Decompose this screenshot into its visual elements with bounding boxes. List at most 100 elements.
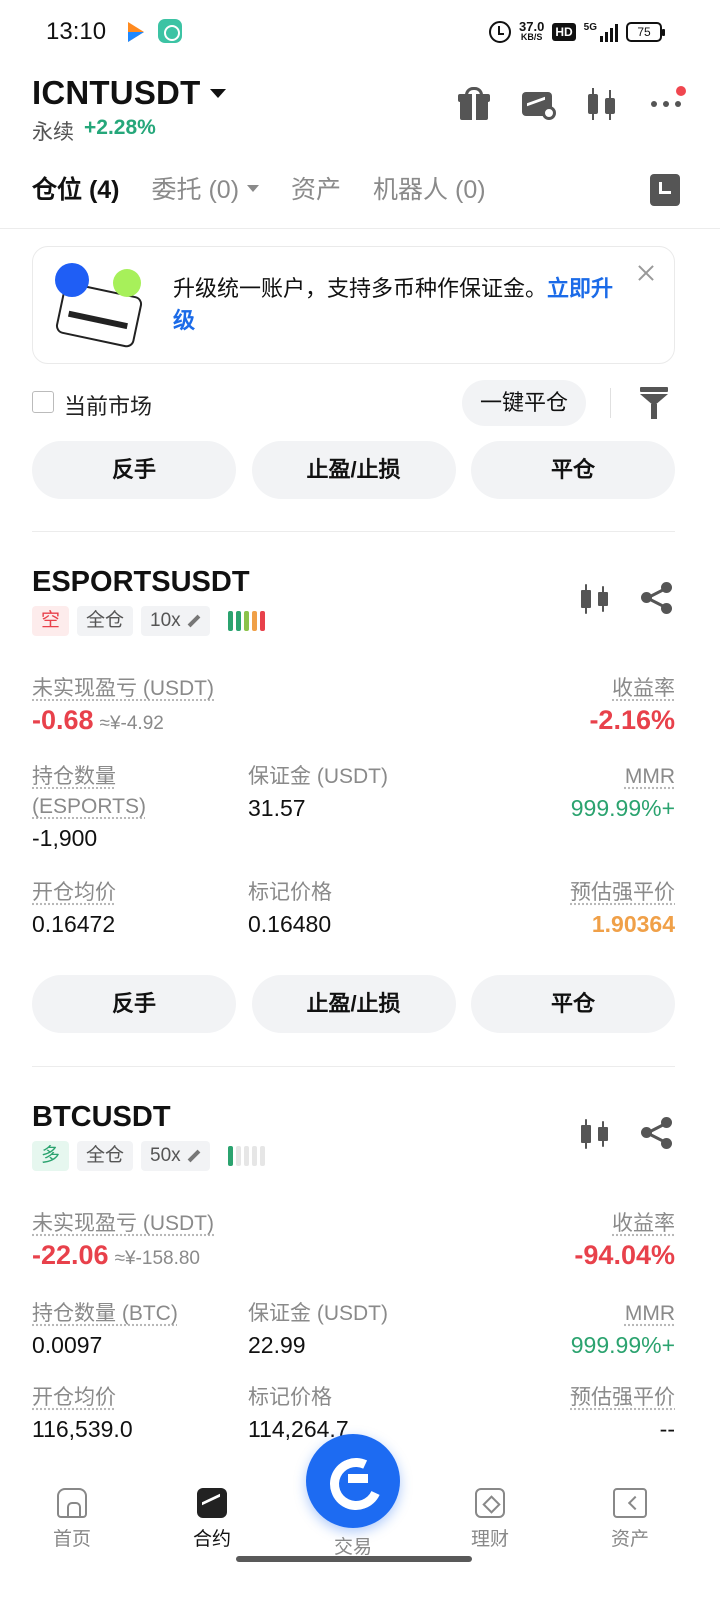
candlestick-icon[interactable] — [579, 1117, 611, 1149]
mmr-value: 999.99%+ — [570, 795, 675, 821]
size-label[interactable]: 持仓数量 (ESPORTS) — [32, 762, 232, 822]
size-label[interactable]: 持仓数量 (BTC) — [32, 1299, 178, 1329]
reverse-button[interactable]: 反手 — [32, 441, 236, 499]
unrealized-pnl: 未实现盈亏 (USDT) -0.68 ≈¥-4.92 — [32, 674, 214, 740]
liq-label[interactable]: 预估强平价 — [570, 878, 675, 908]
nav-wealth[interactable]: 理财 — [430, 1488, 550, 1551]
mmr: MMR 999.99%+ — [571, 762, 675, 824]
current-market-checkbox[interactable] — [32, 391, 54, 413]
symbol-selector[interactable]: ICNTUSDT — [32, 74, 227, 112]
nav-label: 合约 — [192, 1529, 231, 1550]
contract-type: 永续 — [32, 121, 74, 144]
header-actions — [456, 86, 686, 122]
close-position-button[interactable]: 平仓 — [471, 975, 675, 1033]
chart-settings-icon[interactable] — [520, 86, 556, 122]
symbol-subtitle: 永续 +2.28% — [32, 116, 156, 146]
leverage-badge[interactable]: 50x — [141, 1141, 210, 1171]
network-speed: 37.0 KB/S — [519, 19, 545, 42]
caret-down-icon — [247, 184, 260, 192]
pnl-label[interactable]: 未实现盈亏 (USDT) — [32, 1209, 214, 1239]
entry-price: 开仓均价 116,539.0 — [32, 1383, 133, 1445]
share-icon[interactable] — [641, 1117, 673, 1149]
margin-value: 22.99 — [248, 1332, 306, 1358]
notification-dot — [676, 86, 686, 96]
margin-mode-badge[interactable]: 全仓 — [77, 1141, 134, 1171]
divider — [610, 388, 611, 418]
margin: 保证金 (USDT) 31.57 — [248, 762, 388, 824]
entry-price: 开仓均价 0.16472 — [32, 878, 116, 940]
mmr-label[interactable]: MMR — [571, 1299, 675, 1329]
signal-icon: 5G — [584, 22, 618, 42]
pnl-value: -0.68 — [32, 705, 94, 735]
roe: 收益率 -94.04% — [574, 1209, 675, 1271]
tab-positions[interactable]: 仓位 (4) — [32, 170, 120, 206]
position-actions: 反手 止盈/止损 平仓 — [32, 975, 675, 1033]
tab-bots[interactable]: 机器人 (0) — [373, 170, 486, 206]
trade-icon[interactable] — [306, 1434, 400, 1528]
more-icon[interactable] — [648, 86, 686, 122]
status-indicators: 37.0 KB/S HD 5G 75 — [489, 18, 665, 46]
home-indicator[interactable] — [236, 1556, 472, 1562]
filter-icon[interactable] — [640, 387, 668, 419]
entry-label[interactable]: 开仓均价 — [32, 1383, 133, 1413]
candlestick-icon[interactable] — [579, 582, 611, 614]
position-card: ESPORTSUSDT 空 全仓 10x 未实现盈亏 (USDT) -0.68 ≈… — [32, 566, 675, 946]
pnl-label[interactable]: 未实现盈亏 (USDT) — [32, 674, 214, 704]
pnl-cny: ≈¥-158.80 — [114, 1248, 200, 1269]
caret-down-icon[interactable] — [210, 88, 227, 98]
nav-futures[interactable]: 合约 — [152, 1488, 272, 1551]
position-tags: 空 全仓 10x — [32, 606, 265, 636]
symbol-title[interactable]: ICNTUSDT — [32, 74, 200, 112]
banner-text: 升级统一账户，支持多币种作保证金。立即升级 — [173, 276, 614, 333]
roe-label[interactable]: 收益率 — [574, 1209, 675, 1239]
close-all-button[interactable]: 一键平仓 — [462, 380, 586, 426]
current-market-label[interactable]: 当前市场 — [64, 389, 152, 421]
alarm-icon — [489, 21, 511, 43]
close-position-button[interactable]: 平仓 — [471, 441, 675, 499]
margin-mode-badge[interactable]: 全仓 — [77, 606, 134, 636]
liq-price: 预估强平价 -- — [570, 1383, 675, 1445]
nav-home[interactable]: 首页 — [12, 1488, 132, 1551]
nav-label: 首页 — [52, 1529, 91, 1550]
nav-assets[interactable]: 资产 — [570, 1488, 690, 1551]
entry-label[interactable]: 开仓均价 — [32, 878, 116, 908]
reverse-button[interactable]: 反手 — [32, 975, 236, 1033]
edit-icon — [187, 1149, 201, 1163]
unrealized-pnl: 未实现盈亏 (USDT) -22.06 ≈¥-158.80 — [32, 1209, 214, 1275]
home-icon — [57, 1488, 87, 1518]
mmr-label[interactable]: MMR — [571, 762, 675, 792]
mmr: MMR 999.99%+ — [571, 1299, 675, 1361]
app-notification-icon — [158, 19, 182, 43]
tab-assets[interactable]: 资产 — [291, 170, 341, 206]
position-symbol[interactable]: BTCUSDT — [32, 1101, 171, 1134]
liq-value: -- — [659, 1416, 675, 1442]
margin: 保证金 (USDT) 22.99 — [248, 1299, 388, 1361]
position-symbol[interactable]: ESPORTSUSDT — [32, 566, 250, 599]
tpsl-button[interactable]: 止盈/止损 — [251, 441, 456, 499]
share-icon[interactable] — [641, 582, 673, 614]
gift-icon[interactable] — [456, 86, 492, 122]
upgrade-banner[interactable]: 升级统一账户，支持多币种作保证金。立即升级 — [32, 246, 675, 364]
adl-indicator — [227, 1146, 265, 1166]
leverage-badge[interactable]: 10x — [141, 606, 210, 636]
adl-indicator — [227, 611, 265, 631]
position-actions: 反手 止盈/止损 平仓 — [32, 441, 675, 499]
mark-value: 0.16480 — [248, 911, 332, 937]
position-size: 持仓数量 (ESPORTS) -1,900 — [32, 762, 232, 854]
history-record-icon[interactable] — [650, 174, 680, 206]
margin-label: 保证金 (USDT) — [248, 1302, 388, 1325]
tpsl-button[interactable]: 止盈/止损 — [251, 975, 456, 1033]
card-actions — [579, 582, 673, 614]
candlestick-icon[interactable] — [584, 86, 620, 122]
assets-icon — [613, 1488, 647, 1518]
nav-label: 资产 — [610, 1529, 649, 1550]
nav-trade-label[interactable]: 交易 — [306, 1532, 400, 1559]
entry-value: 0.16472 — [32, 911, 116, 937]
nav-label: 理财 — [470, 1529, 509, 1550]
liq-label[interactable]: 预估强平价 — [570, 1383, 675, 1413]
wallet-icon — [54, 263, 155, 349]
position-card: BTCUSDT 多 全仓 50x 未实现盈亏 (USDT) -22.06 ≈¥-1… — [32, 1101, 675, 1461]
roe-label[interactable]: 收益率 — [589, 674, 675, 704]
close-icon[interactable] — [636, 263, 656, 283]
tab-orders[interactable]: 委托 (0) — [152, 170, 260, 206]
